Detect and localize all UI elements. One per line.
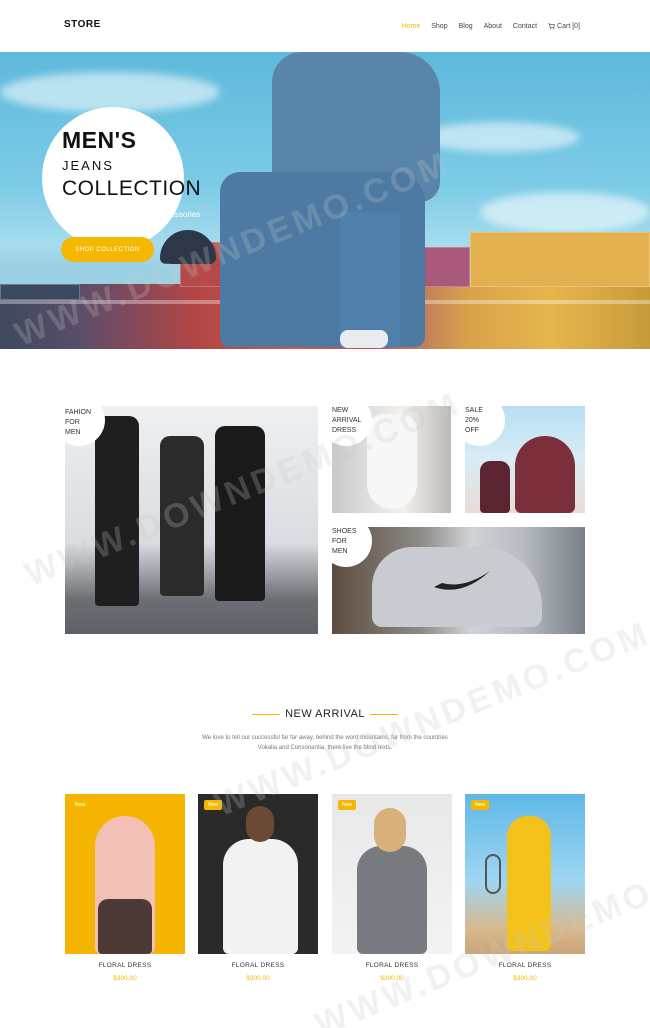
hero-cloud	[480, 192, 650, 232]
label-line: SHOES	[332, 528, 357, 535]
label-line: 20%	[465, 417, 480, 424]
hero-cap	[160, 230, 216, 264]
sale-model	[480, 461, 510, 513]
new-badge: New	[204, 800, 223, 810]
label-line: SALE	[465, 407, 483, 414]
label-line: NEW	[332, 407, 349, 414]
hero-subtitle: New stylish shirts, pants & Accessories	[62, 210, 201, 219]
category-fashion-label: FAHION FOR MEN	[65, 408, 91, 438]
swoosh-icon	[434, 571, 490, 590]
site-logo[interactable]: STORE	[64, 19, 101, 30]
hero-cloud	[0, 72, 220, 112]
product-price: $300.00	[380, 975, 404, 982]
hero-title-jeans: JEANS	[62, 158, 114, 173]
cart-label: Cart [0]	[557, 23, 580, 30]
hero-cloud	[420, 122, 580, 152]
hero-title-mens: MEN'S	[62, 127, 137, 153]
product-name[interactable]: FLORAL DRESS	[332, 962, 452, 969]
hero-model-leg	[340, 212, 400, 347]
hero-wall-brick	[470, 232, 650, 287]
nav-contact[interactable]: Contact	[513, 23, 537, 30]
hero-title-collection: COLLECTION	[62, 177, 202, 200]
nav-home[interactable]: Home	[402, 23, 421, 30]
product-model	[507, 816, 551, 951]
dress-model	[367, 414, 417, 509]
cart-icon	[548, 23, 555, 30]
category-shoes-label: SHOES FOR MEN	[332, 527, 357, 557]
shop-collection-button[interactable]: SHOP COLLECTION	[61, 237, 154, 262]
site-header: STORE Home Shop Blog About Contact Cart …	[0, 0, 650, 52]
sale-model	[515, 436, 575, 513]
cart-link[interactable]: Cart [0]	[548, 23, 580, 30]
nav-about[interactable]: About	[484, 23, 502, 30]
label-line: OFF	[465, 427, 479, 434]
label-line: DRESS	[332, 427, 357, 434]
product-price: $300.00	[513, 975, 537, 982]
product-name[interactable]: FLORAL DRESS	[198, 962, 318, 969]
product-name[interactable]: FLORAL DRESS	[65, 962, 185, 969]
product-card-image[interactable]: New	[198, 794, 318, 954]
product-price: $300.00	[113, 975, 137, 982]
product-model-head	[246, 806, 274, 842]
product-card-image[interactable]: New	[332, 794, 452, 954]
new-badge: New	[338, 800, 357, 810]
new-badge: New	[471, 800, 490, 810]
category-sale-label: SALE 20% OFF	[465, 406, 483, 436]
section-title-line-right	[370, 714, 398, 715]
label-line: FOR	[65, 419, 80, 426]
nav-blog[interactable]: Blog	[459, 23, 473, 30]
product-model-skirt	[98, 899, 152, 954]
category-fashion-for-men[interactable]: FAHION FOR MEN	[65, 406, 318, 634]
product-model	[357, 846, 427, 954]
basketball-hoop	[485, 854, 501, 894]
fashion-model	[160, 436, 204, 596]
product-model	[223, 839, 298, 954]
category-arrival-label: NEW ARRIVAL DRESS	[332, 406, 361, 436]
label-line: ARRIVAL	[332, 417, 362, 424]
nav-shop[interactable]: Shop	[431, 23, 447, 30]
category-shoes-for-men[interactable]: SHOES FOR MEN	[332, 527, 585, 634]
label-line: MEN	[65, 429, 81, 436]
label-line: FAHION	[65, 409, 92, 416]
fashion-model	[95, 416, 139, 606]
product-card-image[interactable]: New	[465, 794, 585, 954]
category-sale[interactable]: SALE 20% OFF	[465, 406, 585, 513]
product-card-image[interactable]: New	[65, 794, 185, 954]
label-line: FOR	[332, 538, 347, 545]
product-price: $300.00	[246, 975, 270, 982]
fashion-model	[215, 426, 265, 601]
hero-wall-brick	[0, 284, 80, 300]
product-name[interactable]: FLORAL DRESS	[465, 962, 585, 969]
category-new-arrival-dress[interactable]: NEW ARRIVAL DRESS	[332, 406, 451, 513]
label-line: MEN	[332, 548, 348, 555]
main-nav: Home Shop Blog About Contact Cart [0]	[391, 23, 580, 30]
new-badge: New	[71, 800, 90, 810]
hero-model-shoe	[340, 330, 388, 348]
product-model-hair	[374, 808, 406, 852]
new-arrival-title: NEW ARRIVAL	[285, 708, 365, 720]
new-arrival-description: We love to tell our successful far far a…	[202, 735, 448, 751]
